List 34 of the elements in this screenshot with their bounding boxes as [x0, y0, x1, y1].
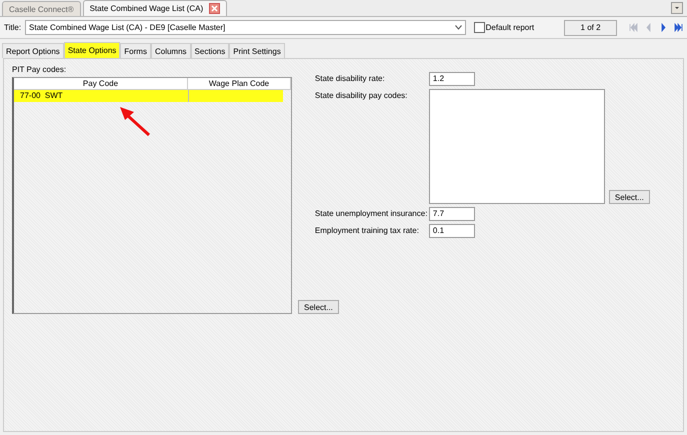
tab[interactable]: Print Settings: [229, 43, 285, 58]
chevron-icon: [454, 25, 462, 30]
tab[interactable]: State Options: [64, 42, 120, 58]
last-page-icon[interactable]: [674, 23, 683, 32]
tab[interactable]: Report Options: [2, 43, 64, 58]
column-header[interactable]: Wage Plan Code: [188, 78, 291, 89]
page-indicator: 1 of 2: [564, 20, 617, 36]
field-label: Employment training tax rate:: [314, 225, 420, 235]
tab[interactable]: Columns: [150, 43, 191, 58]
field-label: State disability pay codes:: [314, 90, 408, 100]
title-dropdown[interactable]: State Combined Wage List (CA) - DE9 [Caselle Master]: [25, 20, 466, 35]
checkbox-label[interactable]: Default report: [486, 23, 534, 32]
dropdown-icon[interactable]: [671, 2, 683, 14]
field-label: State disability rate:: [314, 73, 386, 83]
section-label: PIT Pay codes:: [12, 65, 68, 74]
document-tab[interactable]: Caselle Connect®: [2, 1, 81, 16]
select-button[interactable]: Select...: [298, 300, 339, 314]
close-icon[interactable]: [209, 3, 220, 14]
tab[interactable]: Forms: [120, 43, 151, 58]
table-row[interactable]: 77-00 SWT: [14, 90, 283, 102]
list-field[interactable]: [428, 89, 605, 204]
next-page-icon[interactable]: [659, 23, 668, 32]
checkbox[interactable]: [474, 22, 485, 33]
title-label: Title:: [4, 23, 22, 32]
document-tab[interactable]: State Combined Wage List (CA): [82, 0, 228, 16]
input-field[interactable]: 7.7: [428, 207, 475, 221]
field-label: State unemployment insurance:: [314, 208, 428, 218]
column-header[interactable]: Pay Code: [14, 78, 188, 89]
arrow-drawing: [120, 107, 150, 136]
input-field[interactable]: 1.2: [428, 72, 475, 86]
tab[interactable]: Sections: [190, 43, 230, 58]
table-cell-text: 77-00 SWT: [19, 90, 64, 102]
input-field[interactable]: 0.1: [428, 224, 475, 238]
select-button[interactable]: Select...: [608, 190, 650, 204]
